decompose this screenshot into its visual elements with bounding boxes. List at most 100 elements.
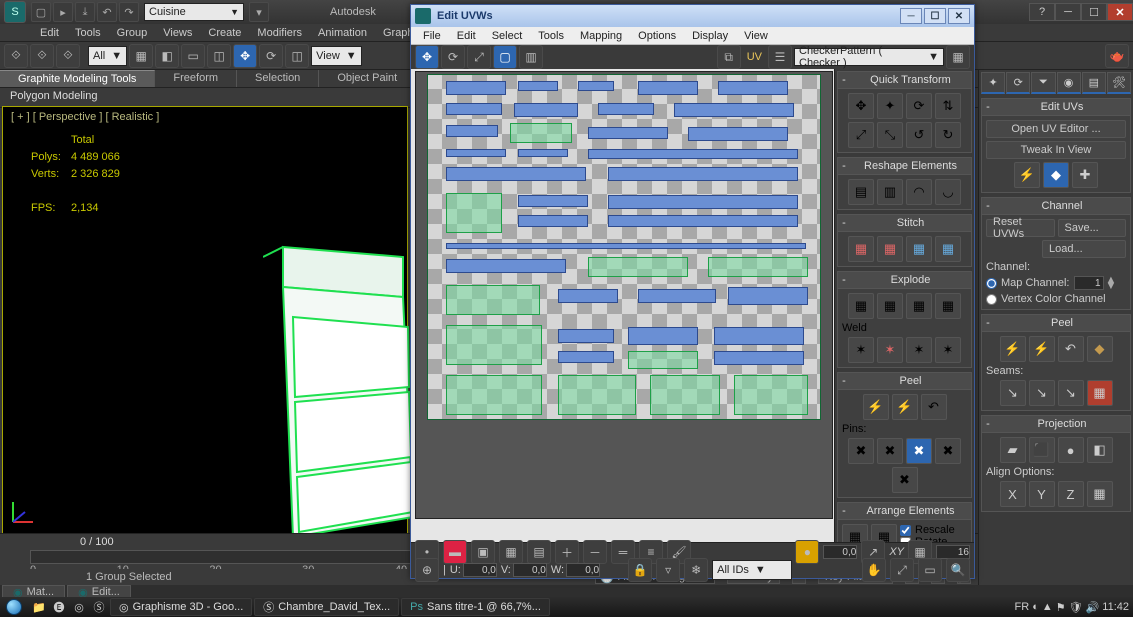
- uv-close-button[interactable]: ✕: [948, 8, 970, 24]
- viewport[interactable]: [ + ] [ Perspective ] [ Realistic ] Tota…: [2, 106, 408, 536]
- qa-open-icon[interactable]: ▸: [53, 2, 73, 22]
- ex-3-icon[interactable]: ▦: [906, 293, 932, 319]
- uv-minimize-button[interactable]: ─: [900, 8, 922, 24]
- p-3-icon[interactable]: ↶: [921, 394, 947, 420]
- save-channel-button[interactable]: Save...: [1058, 219, 1127, 237]
- load-channel-button[interactable]: Load...: [1042, 240, 1126, 258]
- shrink-icon[interactable]: －: [583, 540, 607, 564]
- ids-combo[interactable]: All IDs▼: [712, 560, 792, 580]
- window-crossing-icon[interactable]: ◫: [207, 44, 231, 68]
- tray-clock[interactable]: 11:42: [1102, 601, 1129, 613]
- peel1-icon[interactable]: ⚡: [1000, 336, 1026, 362]
- uv-header-stitch[interactable]: -Stitch: [838, 215, 971, 232]
- uv-menu-view[interactable]: View: [736, 30, 776, 42]
- soft-sel-icon[interactable]: ●: [795, 540, 819, 564]
- refcoord-combo[interactable]: View▼: [311, 46, 362, 66]
- abs-icon[interactable]: ⊕: [415, 558, 439, 582]
- pin-3-icon[interactable]: ✖: [906, 438, 932, 464]
- vertex-color-radio[interactable]: [986, 294, 997, 305]
- seam1-icon[interactable]: ↘: [1000, 380, 1026, 406]
- scale-icon[interactable]: ◫: [285, 44, 309, 68]
- qa-redo-icon[interactable]: ↷: [119, 2, 139, 22]
- qt-align-icon[interactable]: ✥: [848, 93, 874, 119]
- ex-4-icon[interactable]: ▦: [935, 293, 961, 319]
- proj-box-icon[interactable]: ◧: [1087, 437, 1113, 463]
- scene-combo[interactable]: Cuisine▼: [144, 3, 244, 21]
- uv-options-icon[interactable]: ⧉: [717, 45, 741, 69]
- seam2-icon[interactable]: ↘: [1029, 380, 1055, 406]
- lock-icon[interactable]: 🔒: [628, 558, 652, 582]
- tab-display-icon[interactable]: ▤: [1082, 72, 1106, 94]
- tab-hierarchy-icon[interactable]: ⏷: [1031, 72, 1055, 94]
- menu-group[interactable]: Group: [109, 27, 156, 39]
- menu-animation[interactable]: Animation: [310, 27, 375, 39]
- sub-face-icon[interactable]: ▣: [471, 540, 495, 564]
- zoom-ext-icon[interactable]: ⤢: [890, 558, 914, 582]
- weld-1-icon[interactable]: ✶: [848, 337, 874, 363]
- align-z-button[interactable]: Z: [1058, 481, 1084, 507]
- p-2-icon[interactable]: ⚡: [892, 394, 918, 420]
- menu-tools[interactable]: Tools: [67, 27, 109, 39]
- unlink-icon[interactable]: ⟐: [30, 44, 54, 68]
- qa-help-icon[interactable]: ▾: [249, 2, 269, 22]
- u-input[interactable]: [463, 563, 497, 577]
- uv-header-peel[interactable]: -Peel: [838, 373, 971, 390]
- pin-5-icon[interactable]: ✖: [892, 467, 918, 493]
- tab-modify-icon[interactable]: ⟳: [1006, 72, 1030, 94]
- sub-open-icon[interactable]: ▤: [527, 540, 551, 564]
- grow-icon[interactable]: ＋: [555, 540, 579, 564]
- pan-icon[interactable]: ✋: [862, 558, 886, 582]
- ql-explorer-icon[interactable]: 📁: [30, 598, 48, 616]
- viewport-label[interactable]: [ + ] [ Perspective ] [ Realistic ]: [11, 111, 159, 123]
- menu-views[interactable]: Views: [155, 27, 200, 39]
- ql-chrome-icon[interactable]: ◎: [70, 598, 88, 616]
- reset-uvws-button[interactable]: Reset UVWs: [986, 219, 1055, 237]
- peel2-icon[interactable]: ⚡: [1029, 336, 1055, 362]
- maximize-button[interactable]: ☐: [1081, 3, 1107, 21]
- ribbon-tab-graphite[interactable]: Graphite Modeling Tools: [0, 70, 155, 87]
- menu-edit[interactable]: Edit: [32, 27, 67, 39]
- rot-input[interactable]: [823, 545, 857, 559]
- pin-4-icon[interactable]: ✖: [935, 438, 961, 464]
- weld-4-icon[interactable]: ✶: [935, 337, 961, 363]
- qa-new-icon[interactable]: ▢: [31, 2, 51, 22]
- pin-2-icon[interactable]: ✖: [877, 438, 903, 464]
- qt-flip-icon[interactable]: ⇅: [935, 93, 961, 119]
- rollout-header-edit-uvs[interactable]: -Edit UVs: [982, 99, 1130, 116]
- app-icon[interactable]: S: [4, 1, 26, 23]
- rollout-header-channel[interactable]: -Channel: [982, 198, 1130, 215]
- menu-create[interactable]: Create: [200, 27, 249, 39]
- grid-input[interactable]: [936, 545, 970, 559]
- align-x-button[interactable]: X: [1000, 481, 1026, 507]
- close-button[interactable]: ✕: [1107, 3, 1133, 21]
- proj-cyl-icon[interactable]: ⬛: [1029, 437, 1055, 463]
- tray-icon[interactable]: 🔊: [1086, 601, 1100, 614]
- uv-rotate-icon[interactable]: ⟳: [441, 45, 465, 69]
- uv-grid-icon[interactable]: ☰: [768, 45, 792, 69]
- tweak-in-view-button[interactable]: Tweak In View: [986, 141, 1126, 159]
- rescale-checkbox[interactable]: [900, 525, 911, 536]
- select-icon[interactable]: ▦: [129, 44, 153, 68]
- uv-header-arrange[interactable]: -Arrange Elements: [838, 503, 971, 520]
- ex-1-icon[interactable]: ▦: [848, 293, 874, 319]
- tab-utilities-icon[interactable]: 🛠: [1107, 72, 1131, 94]
- lang-indicator[interactable]: FR: [1015, 601, 1030, 613]
- tab-motion-icon[interactable]: ◉: [1057, 72, 1081, 94]
- tab-create-icon[interactable]: ✦: [981, 72, 1005, 94]
- link-icon[interactable]: ⟐: [4, 44, 28, 68]
- select-name-icon[interactable]: ◧: [155, 44, 179, 68]
- re-relax3-icon[interactable]: ◡: [935, 179, 961, 205]
- uv-texture-icon[interactable]: ▦: [946, 45, 970, 69]
- quickpeel-icon[interactable]: ◆: [1043, 162, 1069, 188]
- uv-menu-tools[interactable]: Tools: [530, 30, 572, 42]
- uv-mirror-icon[interactable]: ▥: [519, 45, 543, 69]
- rotate-icon[interactable]: ⟳: [259, 44, 283, 68]
- seam4-icon[interactable]: ▦: [1087, 380, 1113, 406]
- map-channel-input[interactable]: [1074, 276, 1104, 290]
- weld-3-icon[interactable]: ✶: [906, 337, 932, 363]
- rect-select-icon[interactable]: ▭: [181, 44, 205, 68]
- qt-aligne-icon[interactable]: ✦: [877, 93, 903, 119]
- uv-move-icon[interactable]: ✥: [415, 45, 439, 69]
- qa-undo-icon[interactable]: ↶: [97, 2, 117, 22]
- task-ps[interactable]: PsSans titre-1 @ 66,7%...: [401, 598, 550, 616]
